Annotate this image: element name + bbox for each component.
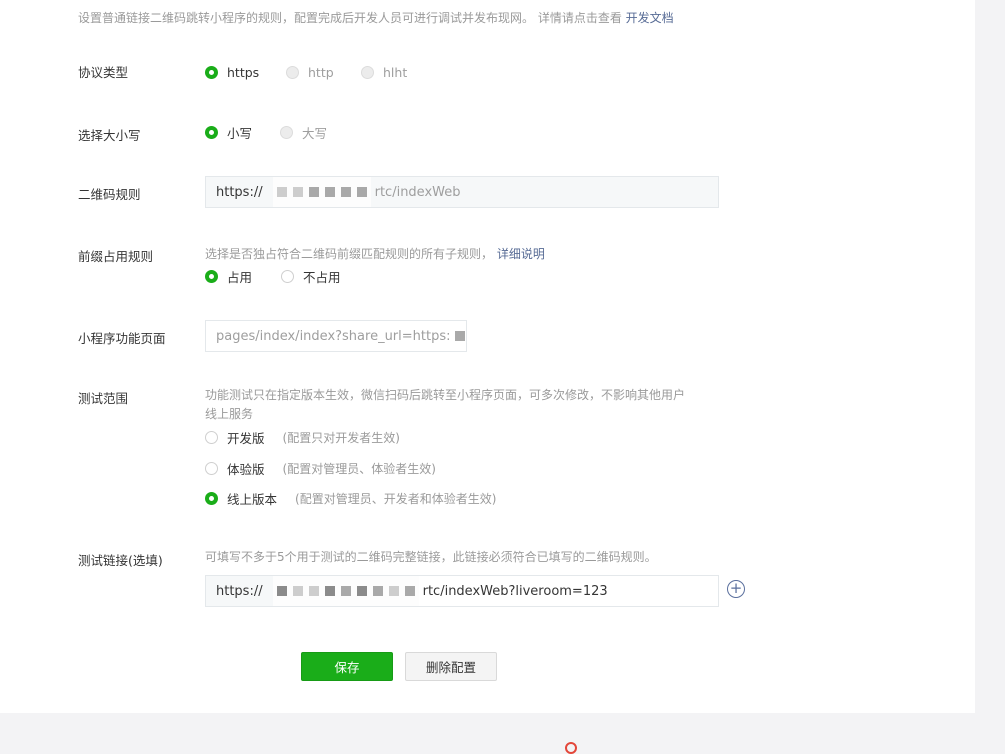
page-label: 小程序功能页面 — [78, 331, 166, 346]
radio-desc: (配置对管理员、开发者和体验者生效) — [295, 492, 497, 506]
radio-label: 线上版本 — [227, 492, 278, 507]
case-radio-lower[interactable]: 小写 — [205, 123, 252, 142]
test-link-label: 测试链接(选填) — [78, 553, 163, 568]
radio-unchecked-icon — [361, 66, 374, 79]
redacted-domain — [272, 576, 419, 606]
redacted-domain — [272, 177, 371, 207]
radio-checked-icon — [205, 492, 218, 505]
radio-unchecked-icon — [281, 270, 294, 283]
prefix-radio-occupy[interactable]: 占用 — [205, 267, 252, 286]
radio-label: 开发版 — [227, 431, 265, 446]
test-scope-hint-2: 线上服务 — [205, 407, 254, 421]
radio-desc: (配置对管理员、体验者生效) — [282, 462, 436, 476]
test-scope-hint: 功能测试只在指定版本生效，微信扫码后跳转至小程序页面，可多次修改，不影响其他用户 — [205, 388, 686, 402]
protocol-label: 协议类型 — [78, 65, 129, 80]
qr-rule-label: 二维码规则 — [78, 187, 141, 202]
delete-config-button[interactable]: 删除配置 — [405, 652, 497, 681]
qr-rule-value: rtc/indexWeb — [374, 184, 461, 200]
radio-desc: (配置只对开发者生效) — [282, 431, 400, 445]
prefix-radio-no-occupy[interactable]: 不占用 — [281, 267, 341, 286]
case-radio-upper[interactable]: 大写 — [280, 123, 327, 142]
qr-rule-field[interactable]: https:// rtc/indexWeb — [205, 176, 719, 208]
radio-label: 体验版 — [227, 462, 265, 477]
radio-label: 大写 — [302, 126, 328, 141]
intro-description: 设置普通链接二维码跳转小程序的规则，配置完成后开发人员可进行调试并发布现网。 详… — [78, 11, 622, 25]
page-path-field[interactable]: pages/index/index?share_url=https: — [205, 320, 467, 352]
radio-unchecked-icon — [205, 462, 218, 475]
intro-text: 设置普通链接二维码跳转小程序的规则，配置完成后开发人员可进行调试并发布现网。 详… — [78, 9, 674, 26]
qr-rule-prefix: https:// — [206, 177, 273, 207]
protocol-radio-http[interactable]: http — [286, 65, 334, 80]
protocol-radio-hlht[interactable]: hlht — [361, 65, 407, 80]
radio-label: hlht — [383, 65, 408, 80]
prefix-rule-detail-link[interactable]: 详细说明 — [497, 247, 545, 261]
radio-unchecked-icon — [205, 431, 218, 444]
radio-label: https — [227, 65, 260, 80]
scope-radio-trial[interactable]: 体验版 (配置对管理员、体验者生效) — [205, 459, 436, 478]
footer-logo-icon — [565, 742, 577, 754]
radio-unchecked-icon — [286, 66, 299, 79]
radio-unchecked-icon — [280, 126, 293, 139]
prefix-rule-label: 前缀占用规则 — [78, 249, 154, 264]
protocol-radio-https[interactable]: https — [205, 65, 259, 80]
radio-checked-icon — [205, 270, 218, 283]
prefix-rule-hint: 选择是否独占符合二维码前缀匹配规则的所有子规则， 详细说明 — [205, 245, 545, 262]
radio-checked-icon — [205, 66, 218, 79]
test-link-prefix: https:// — [206, 576, 273, 606]
scope-radio-dev[interactable]: 开发版 (配置只对开发者生效) — [205, 428, 400, 447]
radio-label: http — [308, 65, 334, 80]
dev-docs-link[interactable]: 开发文档 — [626, 11, 674, 25]
page-path-value: pages/index/index?share_url=https: — [216, 328, 451, 344]
radio-label: 不占用 — [303, 270, 341, 285]
redacted-text — [454, 331, 465, 341]
config-card: 设置普通链接二维码跳转小程序的规则，配置完成后开发人员可进行调试并发布现网。 详… — [0, 0, 975, 713]
test-scope-label: 测试范围 — [78, 391, 129, 406]
radio-label: 占用 — [227, 270, 253, 285]
test-link-value: rtc/indexWeb?liveroom=123 — [422, 583, 608, 599]
radio-checked-icon — [205, 126, 218, 139]
radio-label: 小写 — [227, 126, 253, 141]
save-button[interactable]: 保存 — [301, 652, 393, 681]
test-link-hint: 可填写不多于5个用于测试的二维码完整链接，此链接必须符合已填写的二维码规则。 — [205, 550, 657, 564]
scope-radio-online[interactable]: 线上版本 (配置对管理员、开发者和体验者生效) — [205, 489, 496, 508]
case-label: 选择大小写 — [78, 128, 141, 143]
plus-circle-icon[interactable]: + — [727, 580, 745, 598]
prefix-rule-hint-text: 选择是否独占符合二维码前缀匹配规则的所有子规则， — [205, 247, 494, 261]
test-link-field[interactable]: https:// rtc/indexWeb?liveroom=123 — [205, 575, 719, 607]
